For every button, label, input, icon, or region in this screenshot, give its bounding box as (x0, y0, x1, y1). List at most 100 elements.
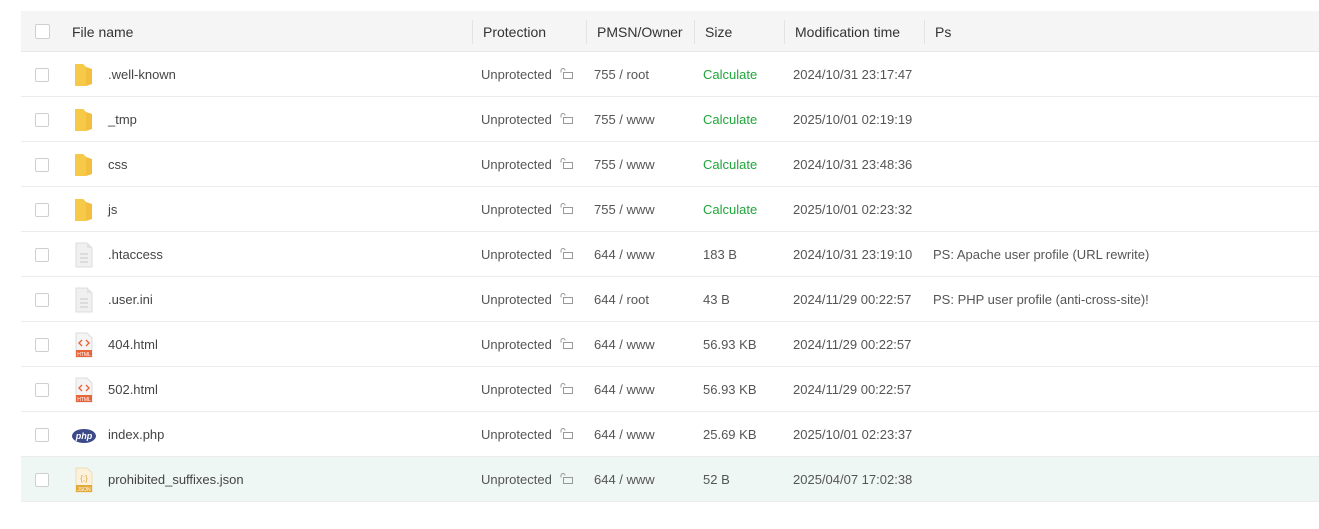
row-checkbox[interactable] (35, 158, 49, 172)
table-row[interactable]: {;} JSON prohibited_suffixes.json Unprotect… (21, 457, 1319, 502)
unlock-icon (560, 277, 573, 322)
table-row[interactable]: HTML 404.html Unprotected 644 / www 56.93 KB… (21, 322, 1319, 367)
json-file-icon: {;} JSON (72, 467, 96, 493)
table-row[interactable]: css Unprotected 755 / www Calculate 2024/10/… (21, 142, 1319, 187)
svg-text:HTML: HTML (77, 397, 91, 403)
file-name-link[interactable]: index.php (108, 412, 164, 457)
protection-status[interactable]: Unprotected (481, 187, 573, 231)
unlock-icon (560, 232, 573, 277)
calculate-size-link[interactable]: Calculate (703, 52, 757, 96)
column-permission-owner[interactable]: PMSN/Owner (597, 11, 683, 51)
column-divider[interactable] (924, 20, 925, 44)
column-divider[interactable] (694, 20, 695, 44)
unlock-icon (560, 97, 573, 142)
protection-status[interactable]: Unprotected (481, 142, 573, 186)
permission-owner[interactable]: 755 / root (594, 52, 649, 96)
permission-owner[interactable]: 755 / www (594, 97, 655, 141)
ps-note[interactable]: PS: Apache user profile (URL rewrite) (933, 232, 1149, 276)
row-checkbox[interactable] (35, 338, 49, 352)
file-size: 43 B (703, 292, 730, 307)
file-name-link[interactable]: .user.ini (108, 277, 153, 322)
column-size[interactable]: Size (705, 11, 732, 51)
protection-status[interactable]: Unprotected (481, 367, 573, 411)
protection-status[interactable]: Unprotected (481, 277, 573, 321)
permission-owner[interactable]: 644 / www (594, 457, 655, 501)
protection-status[interactable]: Unprotected (481, 52, 573, 96)
file-name-link[interactable]: 502.html (108, 367, 158, 412)
html-file-icon: HTML (72, 332, 96, 358)
folder-icon (72, 107, 96, 133)
table-row[interactable]: HTML 502.html Unprotected 644 / www 56.93 KB… (21, 367, 1319, 412)
calculate-size-link[interactable]: Calculate (703, 187, 757, 231)
file-name-link[interactable]: .well-known (108, 52, 176, 97)
permission-owner[interactable]: 644 / www (594, 232, 655, 276)
modification-time: 2024/10/31 23:19:10 (793, 247, 913, 262)
row-checkbox[interactable] (35, 428, 49, 442)
file-size: 52 B (703, 472, 730, 487)
unlock-icon (560, 367, 573, 412)
modification-time: 2025/10/01 02:23:32 (793, 202, 913, 217)
column-divider[interactable] (784, 20, 785, 44)
table-body: .well-known Unprotected 755 / root Calculat… (21, 52, 1319, 502)
row-checkbox[interactable] (35, 293, 49, 307)
permission-owner[interactable]: 755 / www (594, 187, 655, 231)
row-checkbox[interactable] (35, 113, 49, 127)
table-row[interactable]: .user.ini Unprotected 644 / root 43 B 2024/1… (21, 277, 1319, 322)
calculate-size-link[interactable]: Calculate (703, 97, 757, 141)
modification-time: 2025/04/07 17:02:38 (793, 472, 913, 487)
permission-owner[interactable]: 644 / www (594, 322, 655, 366)
permission-owner[interactable]: 644 / www (594, 412, 655, 456)
permission-owner[interactable]: 755 / www (594, 142, 655, 186)
folder-icon (72, 62, 96, 88)
folder-icon (72, 197, 96, 223)
table-row[interactable]: .htaccess Unprotected 644 / www 183 B 2024/1… (21, 232, 1319, 277)
select-all-checkbox[interactable] (35, 24, 50, 39)
column-modification-time[interactable]: Modification time (795, 11, 900, 51)
table-row[interactable]: js Unprotected 755 / www Calculate 2025/10/0… (21, 187, 1319, 232)
column-protection[interactable]: Protection (483, 11, 546, 51)
file-name-link[interactable]: _tmp (108, 97, 137, 142)
calculate-size-link[interactable]: Calculate (703, 142, 757, 186)
column-divider[interactable] (586, 20, 587, 44)
protection-status[interactable]: Unprotected (481, 412, 573, 456)
svg-text:HTML: HTML (77, 352, 91, 358)
svg-text:php: php (75, 431, 93, 441)
column-divider[interactable] (472, 20, 473, 44)
modification-time: 2025/10/01 02:23:37 (793, 427, 913, 442)
modification-time: 2024/10/31 23:48:36 (793, 157, 913, 172)
row-checkbox[interactable] (35, 203, 49, 217)
row-checkbox[interactable] (35, 383, 49, 397)
table-row[interactable]: _tmp Unprotected 755 / www Calculate 2025/10… (21, 97, 1319, 142)
permission-owner[interactable]: 644 / root (594, 277, 649, 321)
modification-time: 2024/11/29 00:22:57 (793, 337, 912, 352)
column-ps[interactable]: Ps (935, 11, 951, 51)
file-name-link[interactable]: prohibited_suffixes.json (108, 457, 244, 502)
file-name-link[interactable]: js (108, 187, 117, 232)
unlock-icon (560, 52, 573, 97)
file-name-link[interactable]: css (108, 142, 128, 187)
modification-time: 2024/11/29 00:22:57 (793, 382, 912, 397)
column-file-name[interactable]: File name (72, 11, 133, 51)
table-row[interactable]: .well-known Unprotected 755 / root Calculat… (21, 52, 1319, 97)
modification-time: 2025/10/01 02:19:19 (793, 112, 913, 127)
file-size: 56.93 KB (703, 382, 757, 397)
table-row[interactable]: php index.php Unprotected 644 / www 25.69 KB… (21, 412, 1319, 457)
svg-text:{;}: {;} (80, 474, 88, 483)
protection-status[interactable]: Unprotected (481, 97, 573, 141)
folder-icon (72, 152, 96, 178)
ps-note[interactable]: PS: PHP user profile (anti-cross-site)! (933, 277, 1149, 321)
row-checkbox[interactable] (35, 473, 49, 487)
svg-text:JSON: JSON (77, 487, 91, 493)
file-name-link[interactable]: 404.html (108, 322, 158, 367)
permission-owner[interactable]: 644 / www (594, 367, 655, 411)
unlock-icon (560, 457, 573, 502)
protection-status[interactable]: Unprotected (481, 322, 573, 366)
protection-status[interactable]: Unprotected (481, 232, 573, 276)
text-file-icon (72, 287, 96, 313)
modification-time: 2024/11/29 00:22:57 (793, 292, 912, 307)
row-checkbox[interactable] (35, 248, 49, 262)
protection-status[interactable]: Unprotected (481, 457, 573, 501)
unlock-icon (560, 412, 573, 457)
file-name-link[interactable]: .htaccess (108, 232, 163, 277)
row-checkbox[interactable] (35, 68, 49, 82)
